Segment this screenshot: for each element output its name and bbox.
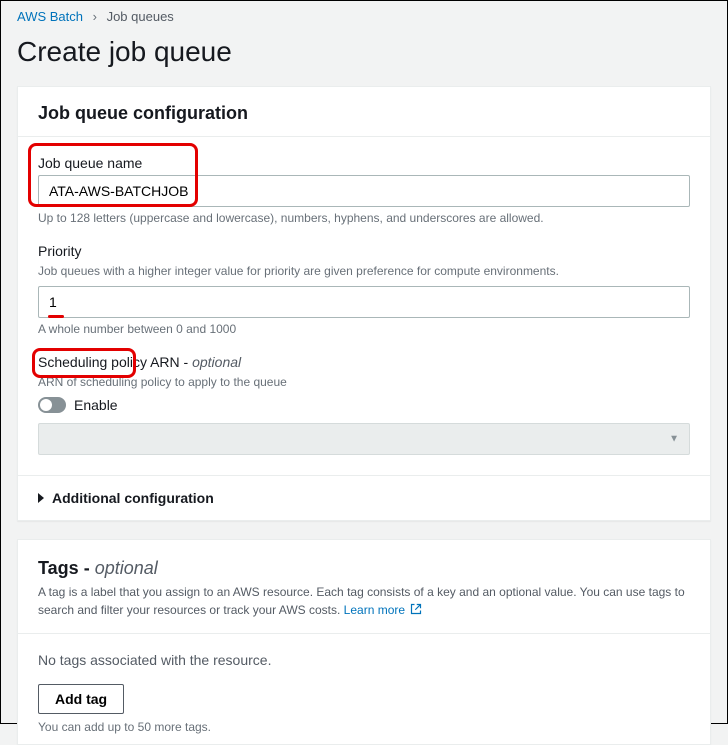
external-link-icon: [410, 603, 422, 615]
config-heading: Job queue configuration: [38, 103, 690, 124]
job-queue-name-help: Up to 128 letters (uppercase and lowerca…: [38, 211, 690, 225]
scheduling-policy-field: Scheduling policy ARN - optional ARN of …: [38, 354, 690, 455]
tags-heading: Tags - optional: [38, 558, 690, 579]
add-tag-button[interactable]: Add tag: [38, 684, 124, 714]
job-queue-name-input[interactable]: [38, 175, 690, 207]
priority-field: Priority Job queues with a higher intege…: [38, 243, 690, 336]
priority-sublabel: Job queues with a higher integer value f…: [38, 263, 690, 280]
scheduling-policy-label: Scheduling policy ARN - optional: [38, 354, 690, 370]
breadcrumb-current: Job queues: [107, 9, 174, 24]
caret-down-icon: ▼: [669, 433, 679, 444]
priority-input[interactable]: [38, 286, 690, 318]
page-title: Create job queue: [1, 28, 727, 86]
learn-more-link[interactable]: Learn more: [344, 603, 423, 617]
chevron-right-icon: ›: [93, 9, 97, 24]
additional-configuration-expander[interactable]: Additional configuration: [18, 475, 710, 520]
enable-scheduling-toggle[interactable]: [38, 397, 66, 413]
tag-limit-text: You can add up to 50 more tags.: [38, 720, 690, 734]
scheduling-policy-select[interactable]: ▼: [38, 423, 690, 455]
priority-help: A whole number between 0 and 1000: [38, 322, 690, 336]
enable-toggle-label: Enable: [74, 397, 118, 413]
job-queue-name-field: Job queue name Up to 128 letters (upperc…: [38, 155, 690, 225]
additional-configuration-label: Additional configuration: [52, 490, 214, 506]
breadcrumb-root-link[interactable]: AWS Batch: [17, 9, 83, 24]
triangle-right-icon: [38, 493, 44, 503]
no-tags-message: No tags associated with the resource.: [38, 652, 690, 668]
tags-description: A tag is a label that you assign to an A…: [38, 583, 690, 619]
priority-label: Priority: [38, 243, 690, 259]
scheduling-policy-sublabel: ARN of scheduling policy to apply to the…: [38, 374, 690, 391]
panel-header: Job queue configuration: [18, 87, 710, 137]
tags-panel: Tags - optional A tag is a label that yo…: [17, 539, 711, 745]
job-queue-config-panel: Job queue configuration Job queue name U…: [17, 86, 711, 521]
breadcrumb: AWS Batch › Job queues: [1, 1, 727, 28]
job-queue-name-label: Job queue name: [38, 155, 690, 171]
